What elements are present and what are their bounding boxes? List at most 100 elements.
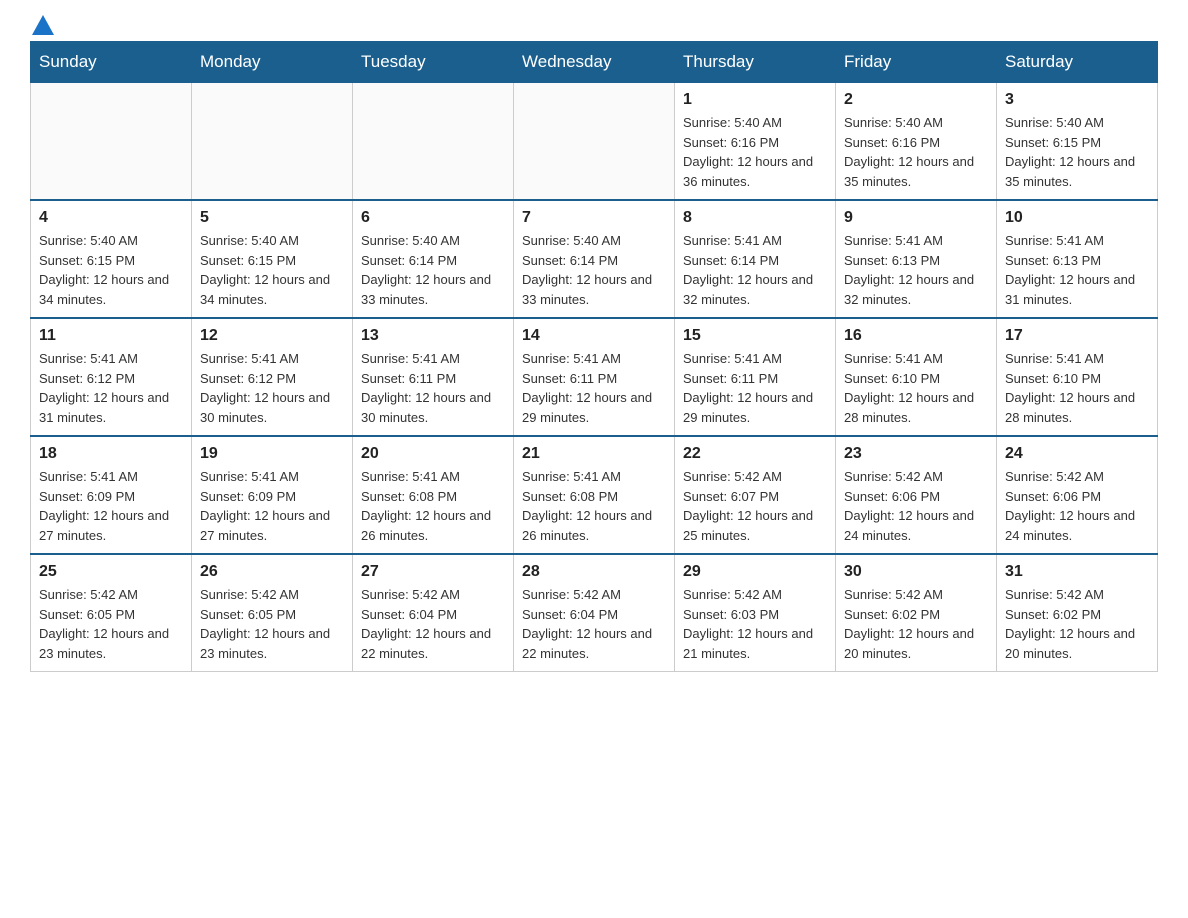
calendar-day-cell: 29Sunrise: 5:42 AMSunset: 6:03 PMDayligh… — [675, 554, 836, 672]
calendar-day-cell: 28 Sunrise: 5:42 AMSunset: 6:04 PMDayligh… — [514, 554, 675, 672]
calendar-day-cell: 7 Sunrise: 5:40 AMSunset: 6:14 PMDaylight… — [514, 200, 675, 318]
day-number: 5 — [200, 209, 344, 227]
calendar-day-cell: 18 Sunrise: 5:41 AMSunset: 6:09 PMDayligh… — [31, 436, 192, 554]
calendar-day-cell: 1 Sunrise: 5:40 AMSunset: 6:16 PMDaylight… — [675, 83, 836, 201]
calendar-day-cell: 4 Sunrise: 5:40 AMSunset: 6:15 PMDaylight… — [31, 200, 192, 318]
calendar-day-cell: 24Sunrise: 5:42 AMSunset: 6:06 PMDayligh… — [997, 436, 1158, 554]
day-number: 14 — [522, 327, 666, 345]
calendar-day-cell: 10 Sunrise: 5:41 AMSunset: 6:13 PMDayligh… — [997, 200, 1158, 318]
day-number: 7 — [522, 209, 666, 227]
calendar-day-cell: 2 Sunrise: 5:40 AMSunset: 6:16 PMDaylight… — [836, 83, 997, 201]
day-info: Sunrise: 5:41 AMSunset: 6:12 PMDaylight:… — [200, 349, 344, 427]
calendar-day-cell — [31, 83, 192, 201]
day-info: Sunrise: 5:42 AMSunset: 6:06 PMDaylight:… — [1005, 467, 1149, 545]
day-of-week-header: Thursday — [675, 42, 836, 83]
calendar-day-cell: 20 Sunrise: 5:41 AMSunset: 6:08 PMDayligh… — [353, 436, 514, 554]
day-number: 19 — [200, 445, 344, 463]
calendar-day-cell: 17 Sunrise: 5:41 AMSunset: 6:10 PMDayligh… — [997, 318, 1158, 436]
calendar-day-cell: 30Sunrise: 5:42 AMSunset: 6:02 PMDayligh… — [836, 554, 997, 672]
day-info: Sunrise: 5:41 AMSunset: 6:10 PMDaylight:… — [1005, 349, 1149, 427]
day-number: 13 — [361, 327, 505, 345]
day-info: Sunrise: 5:41 AMSunset: 6:08 PMDaylight:… — [361, 467, 505, 545]
day-info: Sunrise: 5:42 AMSunset: 6:06 PMDaylight:… — [844, 467, 988, 545]
day-info: Sunrise: 5:42 AMSunset: 6:07 PMDaylight:… — [683, 467, 827, 545]
day-info: Sunrise: 5:41 AMSunset: 6:08 PMDaylight:… — [522, 467, 666, 545]
day-number: 9 — [844, 209, 988, 227]
day-number: 26 — [200, 563, 344, 581]
calendar-day-cell — [514, 83, 675, 201]
day-number: 11 — [39, 327, 183, 345]
day-number: 8 — [683, 209, 827, 227]
calendar-day-cell: 9 Sunrise: 5:41 AMSunset: 6:13 PMDaylight… — [836, 200, 997, 318]
logo — [30, 20, 54, 31]
calendar-day-cell — [192, 83, 353, 201]
calendar-day-cell: 25 Sunrise: 5:42 AMSunset: 6:05 PMDayligh… — [31, 554, 192, 672]
day-of-week-header: Tuesday — [353, 42, 514, 83]
calendar-day-cell: 14Sunrise: 5:41 AMSunset: 6:11 PMDayligh… — [514, 318, 675, 436]
calendar-week-row: 25 Sunrise: 5:42 AMSunset: 6:05 PMDayligh… — [31, 554, 1158, 672]
day-number: 10 — [1005, 209, 1149, 227]
calendar-day-cell: 11Sunrise: 5:41 AMSunset: 6:12 PMDayligh… — [31, 318, 192, 436]
day-number: 28 — [522, 563, 666, 581]
calendar-day-cell — [353, 83, 514, 201]
day-number: 27 — [361, 563, 505, 581]
calendar-day-cell: 8 Sunrise: 5:41 AMSunset: 6:14 PMDaylight… — [675, 200, 836, 318]
day-number: 30 — [844, 563, 988, 581]
day-info: Sunrise: 5:41 AMSunset: 6:11 PMDaylight:… — [361, 349, 505, 427]
day-info: Sunrise: 5:42 AMSunset: 6:04 PMDaylight:… — [522, 585, 666, 663]
day-number: 22 — [683, 445, 827, 463]
day-info: Sunrise: 5:41 AMSunset: 6:10 PMDaylight:… — [844, 349, 988, 427]
day-of-week-header: Wednesday — [514, 42, 675, 83]
day-info: Sunrise: 5:40 AMSunset: 6:15 PMDaylight:… — [39, 231, 183, 309]
day-number: 21 — [522, 445, 666, 463]
day-number: 3 — [1005, 91, 1149, 109]
day-info: Sunrise: 5:42 AMSunset: 6:04 PMDaylight:… — [361, 585, 505, 663]
day-number: 25 — [39, 563, 183, 581]
day-info: Sunrise: 5:41 AMSunset: 6:13 PMDaylight:… — [844, 231, 988, 309]
calendar-week-row: 1 Sunrise: 5:40 AMSunset: 6:16 PMDaylight… — [31, 83, 1158, 201]
day-number: 31 — [1005, 563, 1149, 581]
calendar-day-cell: 5 Sunrise: 5:40 AMSunset: 6:15 PMDaylight… — [192, 200, 353, 318]
day-info: Sunrise: 5:40 AMSunset: 6:16 PMDaylight:… — [844, 113, 988, 191]
day-info: Sunrise: 5:42 AMSunset: 6:02 PMDaylight:… — [1005, 585, 1149, 663]
day-info: Sunrise: 5:40 AMSunset: 6:14 PMDaylight:… — [522, 231, 666, 309]
calendar-day-cell: 19 Sunrise: 5:41 AMSunset: 6:09 PMDayligh… — [192, 436, 353, 554]
day-number: 6 — [361, 209, 505, 227]
day-info: Sunrise: 5:40 AMSunset: 6:16 PMDaylight:… — [683, 113, 827, 191]
day-of-week-header: Sunday — [31, 42, 192, 83]
calendar-week-row: 18 Sunrise: 5:41 AMSunset: 6:09 PMDayligh… — [31, 436, 1158, 554]
page-header — [30, 20, 1158, 31]
calendar-day-cell: 23 Sunrise: 5:42 AMSunset: 6:06 PMDayligh… — [836, 436, 997, 554]
day-info: Sunrise: 5:41 AMSunset: 6:14 PMDaylight:… — [683, 231, 827, 309]
day-info: Sunrise: 5:42 AMSunset: 6:03 PMDaylight:… — [683, 585, 827, 663]
calendar-day-cell: 3 Sunrise: 5:40 AMSunset: 6:15 PMDaylight… — [997, 83, 1158, 201]
day-info: Sunrise: 5:41 AMSunset: 6:09 PMDaylight:… — [39, 467, 183, 545]
day-number: 1 — [683, 91, 827, 109]
day-of-week-header: Saturday — [997, 42, 1158, 83]
day-of-week-header: Friday — [836, 42, 997, 83]
calendar-day-cell: 21 Sunrise: 5:41 AMSunset: 6:08 PMDayligh… — [514, 436, 675, 554]
calendar-week-row: 4 Sunrise: 5:40 AMSunset: 6:15 PMDaylight… — [31, 200, 1158, 318]
day-info: Sunrise: 5:41 AMSunset: 6:09 PMDaylight:… — [200, 467, 344, 545]
logo-triangle-icon — [32, 15, 54, 35]
day-info: Sunrise: 5:40 AMSunset: 6:15 PMDaylight:… — [1005, 113, 1149, 191]
day-number: 12 — [200, 327, 344, 345]
calendar-day-cell: 27 Sunrise: 5:42 AMSunset: 6:04 PMDayligh… — [353, 554, 514, 672]
day-of-week-header: Monday — [192, 42, 353, 83]
day-info: Sunrise: 5:42 AMSunset: 6:05 PMDaylight:… — [200, 585, 344, 663]
day-number: 20 — [361, 445, 505, 463]
day-number: 4 — [39, 209, 183, 227]
day-info: Sunrise: 5:42 AMSunset: 6:05 PMDaylight:… — [39, 585, 183, 663]
day-info: Sunrise: 5:40 AMSunset: 6:14 PMDaylight:… — [361, 231, 505, 309]
calendar-day-cell: 31 Sunrise: 5:42 AMSunset: 6:02 PMDayligh… — [997, 554, 1158, 672]
day-number: 2 — [844, 91, 988, 109]
calendar-day-cell: 15Sunrise: 5:41 AMSunset: 6:11 PMDayligh… — [675, 318, 836, 436]
day-info: Sunrise: 5:40 AMSunset: 6:15 PMDaylight:… — [200, 231, 344, 309]
day-number: 23 — [844, 445, 988, 463]
calendar-week-row: 11 Sunrise: 5:41 AMSunset: 6:12 PMDayligh… — [31, 318, 1158, 436]
day-number: 18 — [39, 445, 183, 463]
day-number: 16 — [844, 327, 988, 345]
day-number: 17 — [1005, 327, 1149, 345]
calendar-header-row: SundayMondayTuesdayWednesdayThursdayFrid… — [31, 42, 1158, 83]
day-info: Sunrise: 5:41 AMSunset: 6:13 PMDaylight:… — [1005, 231, 1149, 309]
